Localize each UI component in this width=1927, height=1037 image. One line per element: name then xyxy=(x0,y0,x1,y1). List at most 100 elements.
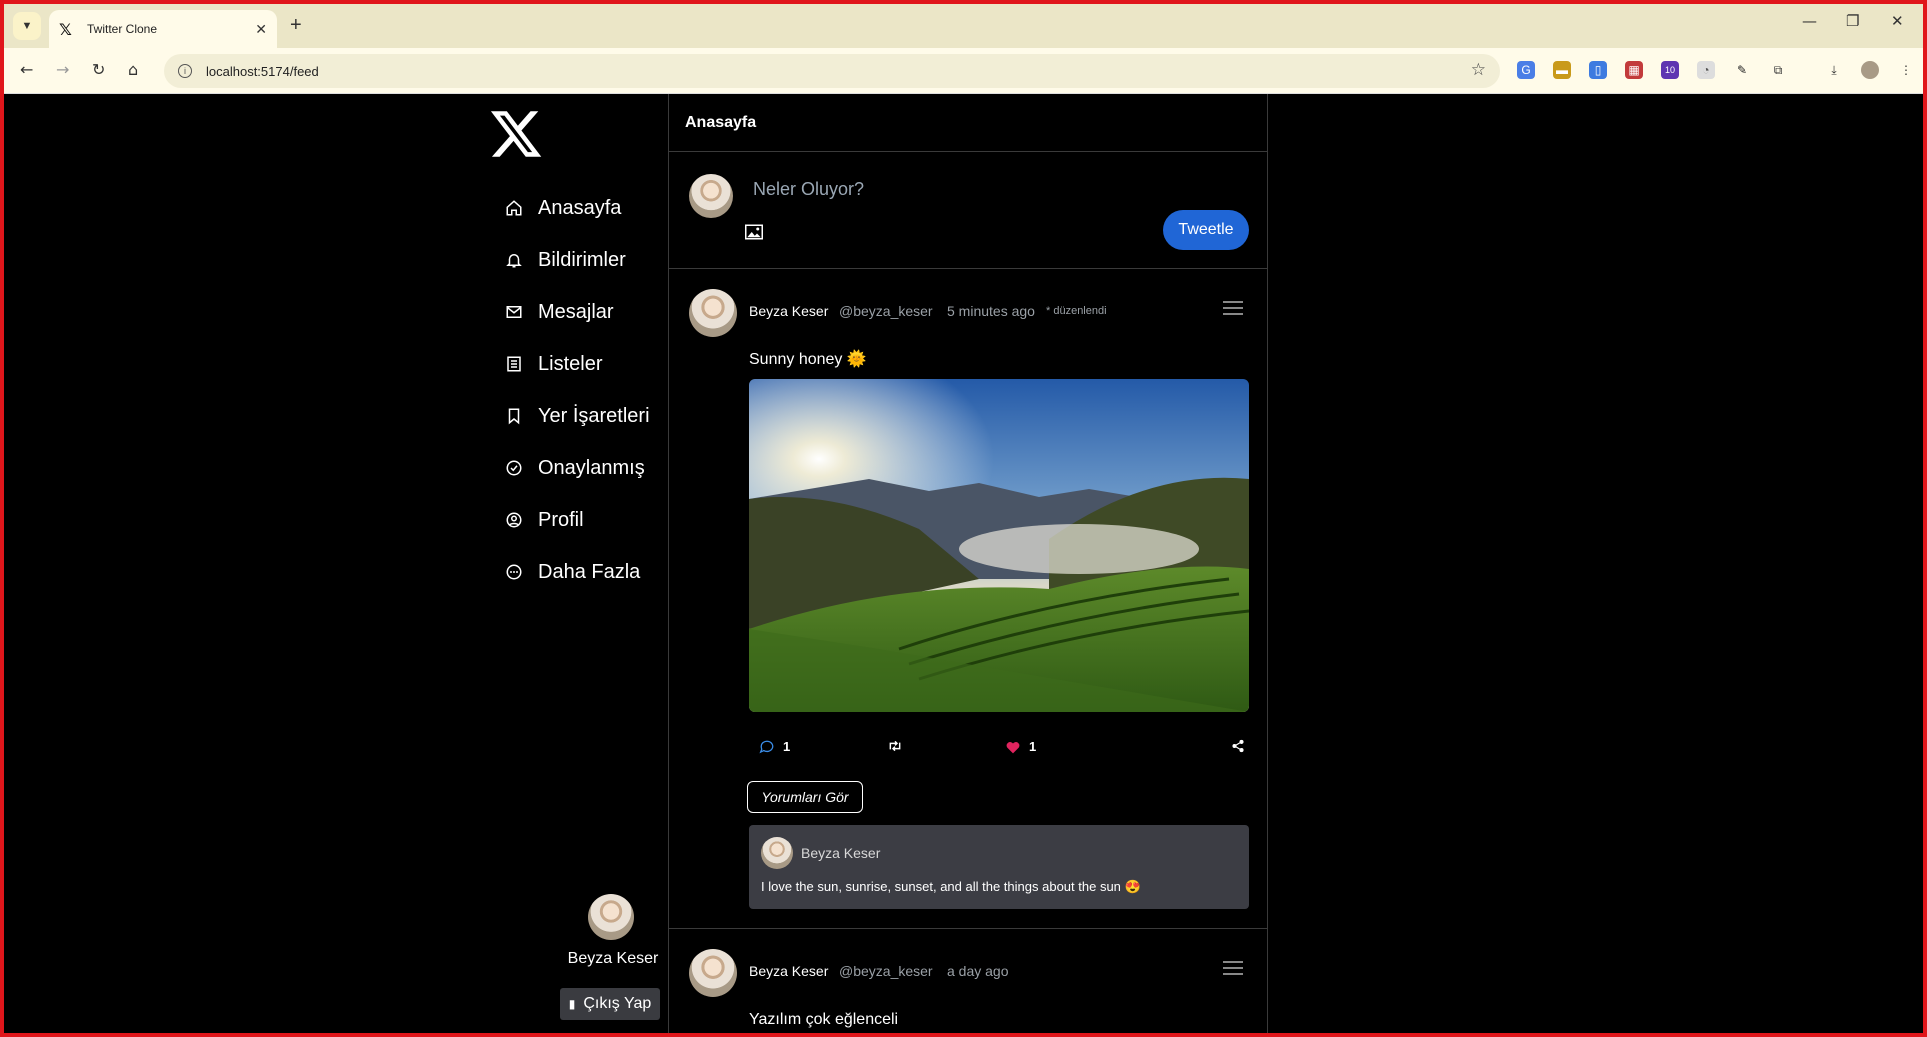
reply-button[interactable]: 1 xyxy=(759,739,790,754)
sidebar-item-label: Profil xyxy=(538,508,584,531)
extension-badge-icon[interactable]: 10 xyxy=(1661,61,1679,79)
reload-icon[interactable]: ↻ xyxy=(92,60,105,79)
retweet-icon xyxy=(889,740,901,752)
site-info-icon[interactable]: i xyxy=(178,64,192,78)
heart-icon xyxy=(1006,741,1020,753)
logout-label: Çıkış Yap xyxy=(583,995,652,1012)
clock-extension-icon[interactable]: ◔ xyxy=(1697,61,1715,79)
sidebar-item-notifications[interactable]: Bildirimler xyxy=(504,240,626,280)
profile-avatar-icon[interactable] xyxy=(1861,61,1879,79)
avatar[interactable] xyxy=(689,289,737,337)
bell-icon xyxy=(504,250,524,270)
post: Beyza Keser @beyza_keser a day ago Yazıl… xyxy=(669,929,1267,1033)
home-icon xyxy=(504,198,524,218)
page-title: Anasayfa xyxy=(669,94,1267,152)
like-count: 1 xyxy=(1029,739,1037,754)
post-menu-icon[interactable] xyxy=(1223,301,1243,315)
post: Beyza Keser @beyza_keser 5 minutes ago *… xyxy=(669,269,1267,929)
avatar[interactable] xyxy=(588,894,634,940)
sidebar-item-verified[interactable]: Onaylanmış xyxy=(504,448,645,488)
sidebar-item-lists[interactable]: Listeler xyxy=(504,344,602,384)
back-icon[interactable]: ← xyxy=(20,60,33,79)
feed: Anasayfa Tweetle Beyza Keser @beyza_kese… xyxy=(668,94,1268,1033)
mail-icon xyxy=(504,302,524,322)
download-icon[interactable]: ⤓ xyxy=(1825,61,1843,79)
home-browser-icon[interactable]: ⌂ xyxy=(128,60,138,79)
close-tab-icon[interactable]: ✕ xyxy=(255,21,267,38)
list-icon xyxy=(504,354,524,374)
post-text: Sunny honey 🌞 xyxy=(749,351,867,368)
more-circle-icon xyxy=(504,562,524,582)
bookmark-star-icon[interactable]: ☆ xyxy=(1471,60,1486,80)
eyedropper-icon[interactable]: ✎ xyxy=(1733,61,1751,79)
new-tab-button[interactable]: + xyxy=(290,14,302,37)
reader-extension-icon[interactable]: ▯ xyxy=(1589,61,1607,79)
share-button[interactable] xyxy=(1231,739,1245,753)
sidebar-item-label: Mesajlar xyxy=(538,300,614,323)
comment-author-name[interactable]: Beyza Keser xyxy=(801,845,880,861)
sidebar-item-label: Listeler xyxy=(538,352,603,375)
post-text: Yazılım çok eğlenceli xyxy=(749,1011,899,1028)
comment: Beyza Keser I love the sun, sunrise, sun… xyxy=(749,825,1249,909)
extension-badge-count: 10 xyxy=(1664,65,1675,75)
sidebar-item-more[interactable]: Daha Fazla xyxy=(504,552,640,592)
url-text: localhost:5174/feed xyxy=(206,63,319,79)
post-author-handle: @beyza_keser xyxy=(839,963,933,979)
tab-search-button[interactable]: ▼ xyxy=(13,12,41,40)
sidebar-item-label: Daha Fazla xyxy=(538,560,641,583)
avatar xyxy=(689,174,733,218)
post-menu-icon[interactable] xyxy=(1223,961,1243,975)
sidebar-item-label: Onaylanmış xyxy=(538,456,645,479)
sidebar-item-label: Anasayfa xyxy=(538,196,622,219)
post-timestamp: 5 minutes ago xyxy=(947,303,1035,319)
tweet-button[interactable]: Tweetle xyxy=(1163,210,1249,250)
logout-button[interactable]: ▮ Çıkış Yap xyxy=(560,988,660,1020)
sidebar-item-bookmarks[interactable]: Yer İşaretleri xyxy=(504,396,650,436)
browser-window: ▼ 𝕏 Twitter Clone ✕ + — ❐ ✕ ← → ↻ ⌂ i lo… xyxy=(0,0,1927,1037)
sidebar-item-profile[interactable]: Profil xyxy=(504,500,584,540)
avatar[interactable] xyxy=(761,837,793,869)
browser-menu-icon[interactable]: ⋮ xyxy=(1897,61,1915,79)
translate-extension-icon[interactable]: G xyxy=(1517,61,1535,79)
bookmark-icon xyxy=(504,406,524,426)
sidebar-item-label: Yer İşaretleri xyxy=(538,404,650,427)
wallet-extension-icon[interactable]: ▬ xyxy=(1553,61,1571,79)
logout-icon: ▮ xyxy=(568,997,576,1011)
post-author-name[interactable]: Beyza Keser xyxy=(749,963,828,979)
like-button[interactable]: 1 xyxy=(1005,739,1036,754)
forward-icon[interactable]: → xyxy=(56,60,69,79)
post-image[interactable] xyxy=(749,379,1249,712)
post-author-name[interactable]: Beyza Keser xyxy=(749,303,828,319)
url-field[interactable]: i localhost:5174/feed ☆ xyxy=(164,54,1500,88)
extensions-puzzle-icon[interactable]: ⧉ xyxy=(1769,61,1787,79)
check-circle-icon xyxy=(504,458,524,478)
image-upload-icon[interactable] xyxy=(745,224,763,240)
sidebar-item-home[interactable]: Anasayfa xyxy=(504,188,621,228)
app-root: Anasayfa Bildirimler Mesajlar Listeler Y… xyxy=(4,94,1923,1033)
sidebar-item-label: Bildirimler xyxy=(538,248,626,271)
restore-icon[interactable]: ❐ xyxy=(1846,12,1859,30)
avatar[interactable] xyxy=(689,949,737,997)
minimize-icon[interactable]: — xyxy=(1802,12,1817,30)
sidebar: Anasayfa Bildirimler Mesajlar Listeler Y… xyxy=(488,94,668,1033)
sidebar-item-messages[interactable]: Mesajlar xyxy=(504,292,614,332)
tab-title: Twitter Clone xyxy=(87,22,158,36)
retweet-button[interactable] xyxy=(887,739,903,753)
post-timestamp: a day ago xyxy=(947,963,1009,979)
close-window-icon[interactable]: ✕ xyxy=(1891,12,1904,30)
post-author-handle: @beyza_keser xyxy=(839,303,933,319)
see-comments-button[interactable]: Yorumları Gör xyxy=(747,781,863,813)
tab-bar: ▼ 𝕏 Twitter Clone ✕ + — ❐ ✕ xyxy=(4,4,1923,48)
share-icon xyxy=(1232,739,1244,753)
post-actions: 1 1 xyxy=(749,739,1249,759)
sidebar-user-name: Beyza Keser xyxy=(567,950,659,967)
browser-tab[interactable]: 𝕏 Twitter Clone ✕ xyxy=(49,10,277,48)
user-circle-icon xyxy=(504,510,524,530)
tweet-input[interactable] xyxy=(753,174,1233,204)
x-logo-icon[interactable] xyxy=(488,106,544,162)
address-bar: ← → ↻ ⌂ i localhost:5174/feed ☆ G ▬ ▯ ▦ … xyxy=(4,48,1923,94)
tweet-composer: Tweetle xyxy=(669,152,1267,269)
reply-count: 1 xyxy=(783,739,791,754)
reply-icon xyxy=(759,740,774,753)
calendar-extension-icon[interactable]: ▦ xyxy=(1625,61,1643,79)
